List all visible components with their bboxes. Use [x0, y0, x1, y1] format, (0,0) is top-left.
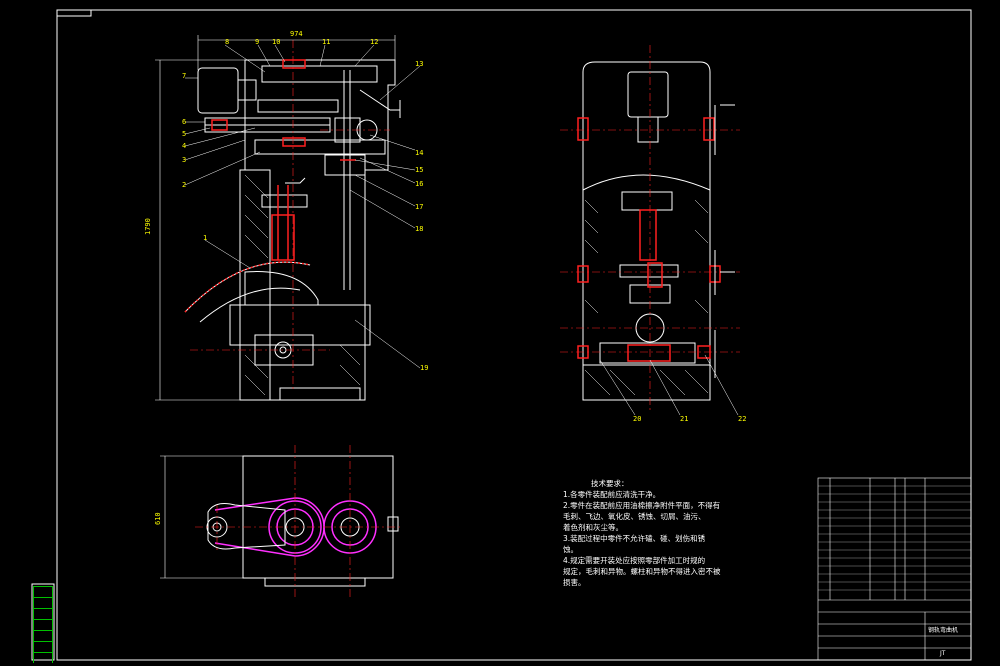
part-number-label: 4: [182, 142, 186, 150]
strip-cell: [33, 630, 53, 641]
part-number-label: 22: [738, 415, 746, 423]
strip-cell: [33, 608, 53, 619]
part-number-label: 19: [420, 364, 428, 372]
notes-line: 4.规定需要开装处应按照零部件加工时规的: [563, 556, 706, 565]
notes-line: 毛刺、飞边、氧化皮、锈蚀、切屑、油污、: [563, 512, 706, 521]
side-handles: [714, 104, 735, 378]
part-number-label: 1: [203, 234, 207, 242]
part-number-label: 12: [370, 38, 378, 46]
left-revision-strip: [33, 586, 53, 663]
front-hatch: [244, 174, 361, 396]
notes-line: 着色剂和灰尘等。: [563, 523, 623, 532]
side-centerlines: [560, 45, 740, 410]
part-number-label: 16: [415, 180, 423, 188]
cad-drawing: 974 1790 1 2 3 4 5 6 7 8 9 10 11 12 13 1…: [31, 9, 972, 661]
strip-cell: [33, 597, 53, 608]
part-number-label: 7: [182, 72, 186, 80]
part-number-label: 15: [415, 166, 423, 174]
part-number-label: 8: [225, 38, 229, 46]
notes-line: 2.零件在装配前应用油棉擦净附件平面，不得有: [563, 501, 721, 510]
part-number-label: 13: [415, 60, 423, 68]
part-number-label: 3: [182, 156, 186, 164]
technical-notes: 技术要求： 1.各零件装配前应清洗干净。 2.零件在装配前应用油棉擦净附件平面，…: [563, 478, 803, 588]
strip-cell: [33, 619, 53, 630]
strip-cell: [33, 652, 53, 663]
title-block-rows: [818, 485, 971, 591]
part-number-label: 2: [182, 181, 186, 189]
side-view: [582, 61, 711, 401]
notes-line: 规定，毛刺和异物。螺柱和异物不得进入密不被: [563, 567, 721, 576]
notes-title: 技术要求：: [591, 479, 629, 488]
title-block-name: 钢轨弯曲机: [928, 626, 958, 634]
part-number-label: 11: [322, 38, 330, 46]
dim-height-left: 1790: [144, 218, 152, 235]
notes-line: 蚀。: [563, 545, 578, 554]
title-block-drawing-no: JT: [939, 650, 946, 657]
front-view: [184, 59, 401, 401]
strip-cell: [33, 586, 53, 597]
notes-line: 3.装配过程中零件不允许磕、碰、划伤和锈: [563, 534, 706, 543]
part-number-label: 18: [415, 225, 423, 233]
part-number-label: 20: [633, 415, 641, 423]
part-number-label: 10: [272, 38, 280, 46]
dim-width-bottom: 610: [154, 512, 162, 525]
top-link: [206, 503, 360, 550]
notes-line: 损害。: [563, 578, 586, 587]
side-leaders: [599, 354, 739, 416]
part-number-label: 14: [415, 149, 423, 157]
notes-line: 1.各零件装配前应清洗干净。: [563, 490, 661, 499]
part-number-label: 17: [415, 203, 423, 211]
part-number-label: 9: [255, 38, 259, 46]
strip-cell: [33, 641, 53, 652]
part-number-label: 21: [680, 415, 688, 423]
dim-width-top: 974: [290, 30, 303, 38]
top-dims: [160, 455, 243, 579]
part-number-label: 6: [182, 118, 186, 126]
part-number-label: 5: [182, 130, 186, 138]
side-red-parts: [577, 117, 721, 362]
